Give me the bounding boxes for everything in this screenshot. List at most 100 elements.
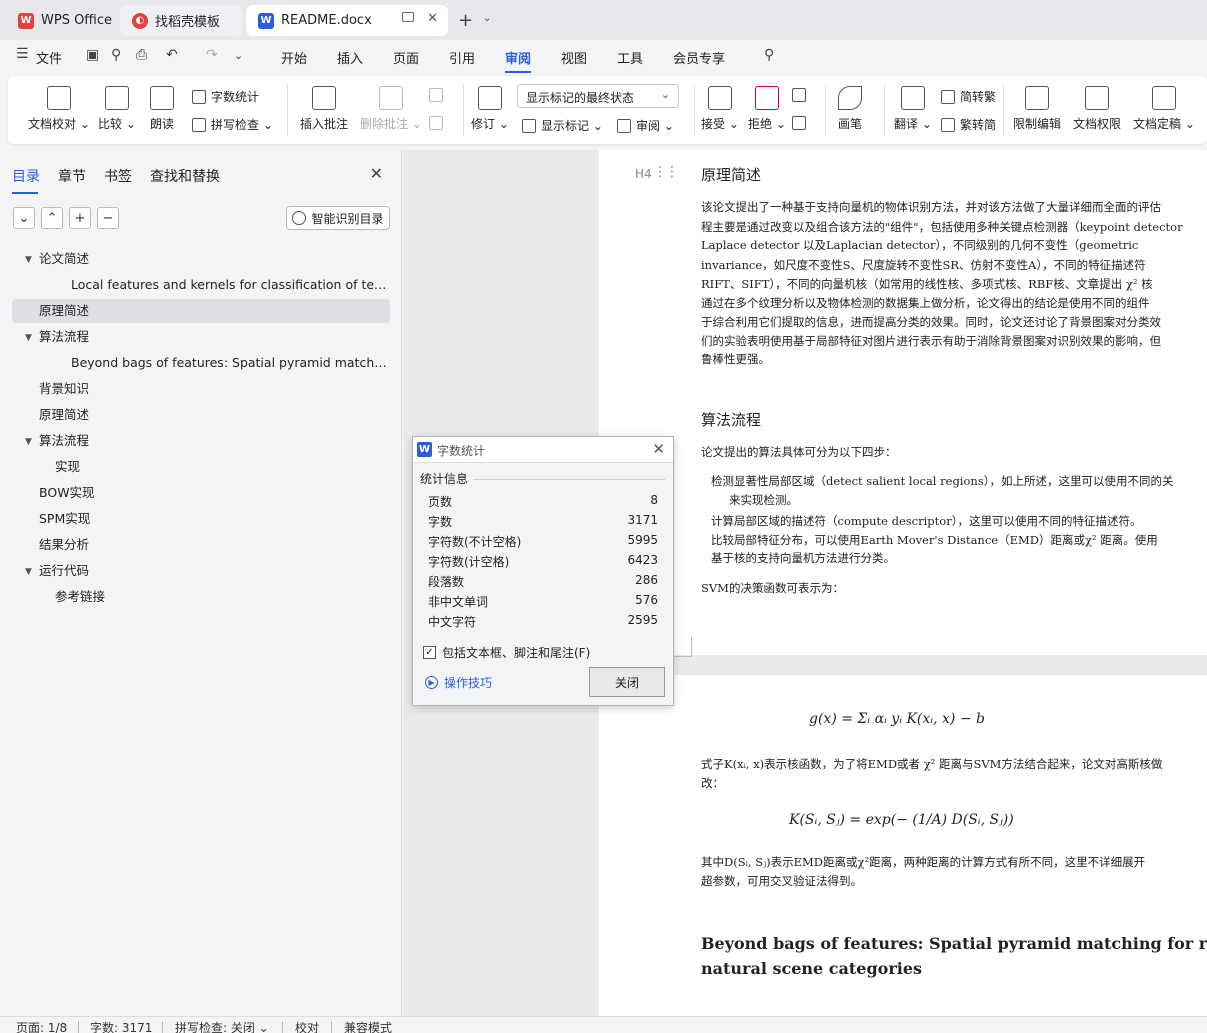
paragraph-line: Laplace detector 以及Laplacian detector），不…: [701, 238, 1139, 252]
accept-button[interactable]: 接受 ⌄: [701, 86, 739, 132]
share-icon[interactable]: ⚲: [111, 47, 121, 63]
menu-bar: ☰ 文件 ▣ ⚲ ⎙ ↶ ↷ ⌄ 开始 插入 页面 引用 审阅 视图 工具 会员…: [0, 40, 1207, 73]
review-pane-button[interactable]: 审阅 ⌄: [617, 117, 674, 134]
menu-tools[interactable]: 工具: [617, 48, 643, 67]
toc-item[interactable]: 实现: [12, 455, 390, 479]
next-change-icon[interactable]: [792, 116, 811, 130]
pen-button[interactable]: 画笔: [838, 86, 862, 132]
toc-item[interactable]: 算法流程: [12, 429, 390, 453]
toc-item[interactable]: 背景知识: [12, 377, 390, 401]
next-comment-icon[interactable]: [429, 116, 448, 130]
menu-file[interactable]: 文件: [36, 48, 62, 67]
doc-proof-button[interactable]: 文档校对 ⌄: [28, 86, 90, 132]
proof-indicator[interactable]: 校对: [295, 1019, 319, 1033]
proof-icon: [46, 86, 71, 110]
menu-review[interactable]: 审阅: [505, 48, 532, 73]
toc-item[interactable]: 论文简述: [12, 247, 390, 271]
insert-comment-label: 插入批注: [300, 117, 349, 131]
toc-item[interactable]: SPM实现: [12, 507, 390, 531]
divider: [287, 84, 288, 136]
include-textbox-checkbox[interactable]: ✓ 包括文本框、脚注和尾注(F): [423, 644, 590, 661]
delete-comment-button[interactable]: 删除批注 ⌄: [360, 86, 422, 132]
toc-item[interactable]: Local features and kernels for classific…: [12, 273, 390, 297]
close-icon[interactable]: ✕: [652, 440, 665, 458]
prev-comment-icon[interactable]: [429, 88, 448, 102]
smart-toc-button[interactable]: 智能识别目录: [286, 206, 390, 230]
menu-icon[interactable]: ☰: [16, 46, 29, 62]
translate-button[interactable]: 翻译 ⌄: [894, 86, 932, 132]
nav-tab-bookmarks[interactable]: 书签: [104, 166, 132, 186]
collapse-up-button[interactable]: ⌃: [41, 207, 63, 229]
word-count-button[interactable]: 字数统计: [192, 88, 259, 105]
tab-readme[interactable]: W README.docx ✕: [246, 5, 448, 36]
menu-insert[interactable]: 插入: [337, 48, 363, 67]
new-tab-icon[interactable]: +: [458, 10, 473, 31]
menu-page[interactable]: 页面: [393, 48, 419, 67]
paragraph-line: SVM的决策函数可表示为：: [701, 581, 844, 595]
print-preview-icon[interactable]: ⎙: [136, 47, 147, 63]
dialog-titlebar[interactable]: W 字数统计 ✕: [413, 437, 673, 463]
document-page[interactable]: H4 ⋮⋮ 原理简述 该论文提出了一种基于支持向量机的物体识别方法，并对该方法做…: [599, 150, 1207, 655]
undo-icon[interactable]: ↶: [166, 47, 178, 63]
toc-item[interactable]: 原理简述: [12, 403, 390, 427]
toc-item[interactable]: 运行代码: [12, 559, 390, 583]
tab-template[interactable]: ◐ 找稻壳模板: [120, 5, 242, 36]
tab-window-icon[interactable]: [402, 12, 414, 22]
nav-tab-sections[interactable]: 章节: [58, 166, 86, 186]
nav-tab-find-replace[interactable]: 查找和替换: [150, 166, 220, 186]
document-page[interactable]: g(x) = Σᵢ αᵢ yᵢ K(xᵢ, x) − b 式子K(xᵢ, x)表…: [599, 675, 1207, 1016]
toc-item[interactable]: 结果分析: [12, 533, 390, 557]
menu-start[interactable]: 开始: [281, 48, 307, 67]
read-aloud-button[interactable]: 朗读: [150, 86, 174, 132]
redo-icon[interactable]: ↷: [206, 47, 218, 63]
word-count-indicator[interactable]: 字数: 3171: [90, 1019, 152, 1033]
add-heading-button[interactable]: +: [69, 207, 91, 229]
drag-handle-icon[interactable]: ⋮⋮: [653, 164, 679, 180]
close-button[interactable]: 关闭: [589, 667, 665, 697]
doc-permission-button[interactable]: 文档权限: [1073, 86, 1121, 132]
search-icon[interactable]: ⚲: [764, 47, 774, 63]
spell-check-button[interactable]: 拼写检查 ⌄: [192, 116, 273, 133]
toc-item[interactable]: 参考链接: [12, 585, 390, 609]
markup-mode-select[interactable]: 显示标记的最终状态 ⌄: [517, 84, 679, 108]
close-icon[interactable]: ✕: [370, 164, 383, 183]
menu-reference[interactable]: 引用: [449, 48, 475, 67]
collapse-down-button[interactable]: ⌄: [13, 207, 35, 229]
chevron-down-icon[interactable]: ⌄: [483, 13, 491, 24]
toc-item-selected[interactable]: 原理简述: [12, 299, 390, 323]
remove-heading-button[interactable]: −: [97, 207, 119, 229]
menu-member[interactable]: 会员专享: [673, 48, 725, 67]
toc-item[interactable]: Beyond bags of features: Spatial pyramid…: [12, 351, 390, 375]
stat-row: 非中文单词 576: [428, 593, 658, 613]
tips-link[interactable]: ▶ 操作技巧: [425, 674, 492, 691]
smart-toc-label: 智能识别目录: [311, 211, 384, 226]
prev-change-icon[interactable]: [792, 88, 811, 102]
tab-close-icon[interactable]: ✕: [427, 11, 438, 26]
finalize-icon: [1151, 86, 1176, 110]
section-title: natural scene categories: [701, 959, 923, 978]
track-changes-button[interactable]: 修订 ⌄: [471, 86, 509, 132]
toc-item[interactable]: 算法流程: [12, 325, 390, 349]
chevron-down-icon[interactable]: ⌄: [234, 49, 243, 62]
menu-view[interactable]: 视图: [561, 48, 587, 67]
nav-tab-toc[interactable]: 目录: [12, 166, 40, 194]
restrict-edit-button[interactable]: 限制编辑: [1013, 86, 1061, 132]
to-simplified-button[interactable]: 繁转简: [941, 116, 996, 133]
page-indicator[interactable]: 页面: 1/8: [16, 1019, 67, 1033]
stat-label: 段落数: [428, 575, 465, 589]
save-icon[interactable]: ▣: [86, 47, 99, 63]
toc-item[interactable]: BOW实现: [12, 481, 390, 505]
compare-button[interactable]: 比较 ⌄: [98, 86, 136, 132]
tab-wps-office[interactable]: W WPS Office: [6, 5, 114, 36]
spell-check-indicator[interactable]: 拼写检查: 关闭 ⌄: [175, 1019, 269, 1033]
checkbox-checked-icon[interactable]: ✓: [423, 646, 436, 659]
word-count-dialog: W 字数统计 ✕ 统计信息 页数 8 字数 3171 字符数(不计空格) 5995 字…: [412, 436, 674, 706]
to-traditional-button[interactable]: 简转繁: [941, 88, 996, 105]
reject-button[interactable]: 拒绝 ⌄: [748, 86, 786, 132]
markup-mode-value: 显示标记的最终状态: [526, 91, 635, 105]
smart-icon: [292, 211, 307, 225]
doc-finalize-button[interactable]: 文档定稿 ⌄: [1133, 86, 1195, 132]
insert-comment-button[interactable]: 插入批注: [300, 86, 348, 132]
show-markup-button[interactable]: 显示标记 ⌄: [522, 117, 603, 134]
list-item: 比较局部特征分布，可以使用Earth Mover's Distance（EMD）…: [711, 530, 1207, 550]
